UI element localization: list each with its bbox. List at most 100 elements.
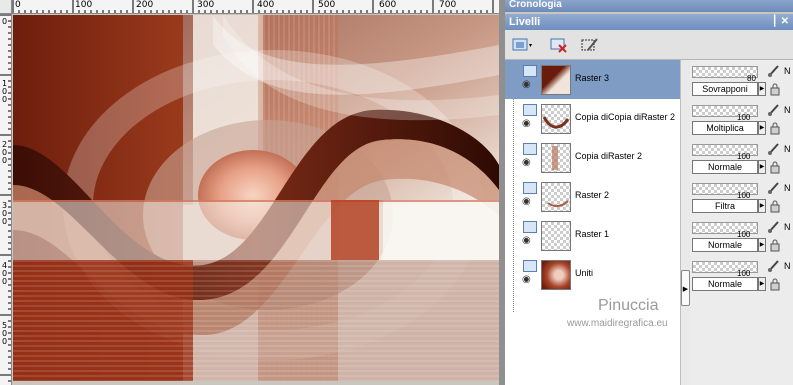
blend-mode-select[interactable]: Sovrapponi (692, 82, 758, 96)
image-canvas[interactable] (13, 15, 499, 381)
layer-row-copia-di-copia-di-raster-2[interactable]: ◉ Copia diCopia diRaster 2 (505, 99, 680, 138)
blend-dropdown-arrow-icon[interactable]: ▶ (758, 277, 766, 291)
new-layer-button[interactable] (511, 36, 532, 54)
opacity-slider[interactable]: 100 (692, 105, 758, 122)
lock-icon[interactable] (768, 82, 782, 96)
layer-name: Raster 1 (575, 229, 610, 239)
lock-icon[interactable] (768, 277, 782, 291)
blend-mode-select[interactable]: Moltiplica (692, 121, 758, 135)
n-label: N (784, 261, 791, 271)
layers-title: Livelli (509, 16, 541, 28)
layer-props-row: 80 Sovrapponi ▶ N (690, 60, 793, 99)
lock-icon[interactable] (768, 160, 782, 174)
visibility-eye-icon[interactable]: ◉ (522, 119, 536, 129)
layer-name: Copia diCopia diRaster 2 (575, 112, 676, 122)
ruler-label: 100 (75, 0, 93, 10)
visibility-eye-icon[interactable]: ◉ (522, 80, 536, 90)
lock-icon[interactable] (768, 199, 782, 213)
layer-thumbnail (541, 260, 571, 290)
opacity-slider[interactable]: 80 (692, 66, 758, 83)
layers-panel: ◉ Raster 3 ◉ Copia diCopia diRaster 2 ◉ … (505, 30, 793, 385)
ruler-label: 400 (257, 0, 275, 10)
close-icon[interactable]: ✕ (781, 16, 789, 27)
blend-dropdown-arrow-icon[interactable]: ▶ (758, 82, 766, 96)
brush-icon[interactable] (767, 64, 781, 78)
raster-layer-icon (523, 221, 537, 233)
blend-mode-select[interactable]: Normale (692, 277, 758, 291)
lock-icon[interactable] (768, 238, 782, 252)
layer-row-raster-3[interactable]: ◉ Raster 3 (505, 60, 680, 99)
layer-props-row: 100 Normale ▶ N (690, 138, 793, 177)
n-label: N (784, 144, 791, 154)
brush-icon[interactable] (767, 259, 781, 273)
layer-row-copia-di-raster-2[interactable]: ◉ Copia diRaster 2 (505, 138, 680, 177)
blend-mode-select[interactable]: Normale (692, 238, 758, 252)
raster-layer-icon (523, 104, 537, 116)
brush-icon[interactable] (767, 103, 781, 117)
visibility-eye-icon[interactable]: ◉ (522, 197, 536, 207)
raster-layer-icon (523, 65, 537, 77)
ruler-label: 700 (439, 0, 457, 10)
scroll-right-arrow-icon[interactable]: ▶ (681, 270, 690, 306)
opacity-slider[interactable]: 100 (692, 144, 758, 161)
artwork (13, 15, 499, 381)
history-title: Cronologia (509, 0, 562, 10)
layer-name: Copia diRaster 2 (575, 151, 643, 161)
layer-props-row: 100 Normale ▶ N (690, 255, 793, 294)
delete-layer-icon (550, 38, 567, 53)
layer-properties-column: 80 Sovrapponi ▶ N 100 Moltiplica ▶ N 100… (690, 60, 793, 385)
layer-row-raster-2[interactable]: ◉ Raster 2 (505, 177, 680, 216)
layer-name: Raster 3 (575, 73, 610, 83)
blend-mode-select[interactable]: Normale (692, 160, 758, 174)
layer-name: Uniti (575, 268, 594, 278)
edit-selection-button[interactable] (580, 36, 600, 54)
pin-icon[interactable]: ▕ (767, 16, 775, 27)
left-ruler[interactable]: 0 1 0 0 2 0 0 3 0 0 4 0 0 5 0 0 (0, 14, 12, 385)
blend-dropdown-arrow-icon[interactable]: ▶ (758, 160, 766, 174)
history-panel-title[interactable]: Cronologia (505, 0, 793, 12)
visibility-eye-icon[interactable]: ◉ (522, 275, 536, 285)
visibility-eye-icon[interactable]: ◉ (522, 158, 536, 168)
n-label: N (784, 105, 791, 115)
raster-layer-icon (523, 260, 537, 272)
layer-tree: ◉ Raster 3 ◉ Copia diCopia diRaster 2 ◉ … (505, 60, 680, 385)
n-label: N (784, 222, 791, 232)
layer-row-raster-1[interactable]: ◉ Raster 1 (505, 216, 680, 255)
raster-layer-icon (523, 182, 537, 194)
layer-props-row: 100 Filtra ▶ N (690, 177, 793, 216)
blend-mode-select[interactable]: Filtra (692, 199, 758, 213)
ruler-label: 300 (197, 0, 215, 10)
visibility-eye-icon[interactable]: ◉ (522, 236, 536, 246)
ruler-label: 3 0 0 (2, 201, 8, 226)
blend-dropdown-arrow-icon[interactable]: ▶ (758, 199, 766, 213)
opacity-slider[interactable]: 100 (692, 183, 758, 200)
layer-props-row: 100 Moltiplica ▶ N (690, 99, 793, 138)
edit-selection-icon (581, 38, 598, 51)
watermark-name: Pinuccia (598, 297, 659, 314)
ruler-corner (0, 0, 12, 14)
brush-icon[interactable] (767, 220, 781, 234)
ruler-label: 5 0 0 (2, 321, 8, 346)
n-label: N (784, 183, 791, 193)
brush-icon[interactable] (767, 181, 781, 195)
layers-scrollbar[interactable]: ▶ (680, 60, 690, 385)
layer-name: Raster 2 (575, 190, 610, 200)
top-ruler[interactable]: 0 100 200 300 400 500 600 700 (12, 0, 499, 14)
opacity-slider[interactable]: 100 (692, 261, 758, 278)
ruler-label: 500 (318, 0, 336, 10)
blend-dropdown-arrow-icon[interactable]: ▶ (758, 238, 766, 252)
blend-dropdown-arrow-icon[interactable]: ▶ (758, 121, 766, 135)
opacity-slider[interactable]: 100 (692, 222, 758, 239)
layer-row-uniti[interactable]: ◉ Uniti (505, 255, 680, 294)
raster-layer-icon (523, 143, 537, 155)
lock-icon[interactable] (768, 121, 782, 135)
ruler-label: 2 0 0 (2, 140, 8, 165)
layers-toolbar (505, 30, 793, 60)
layers-panel-title[interactable]: Livelli ▕ ✕ (505, 14, 793, 30)
layer-props-row: 100 Normale ▶ N (690, 216, 793, 255)
brush-icon[interactable] (767, 142, 781, 156)
layer-thumbnail (541, 104, 571, 134)
layer-thumbnail (541, 65, 571, 95)
delete-layer-button[interactable] (549, 36, 569, 54)
layer-thumbnail (541, 221, 571, 251)
